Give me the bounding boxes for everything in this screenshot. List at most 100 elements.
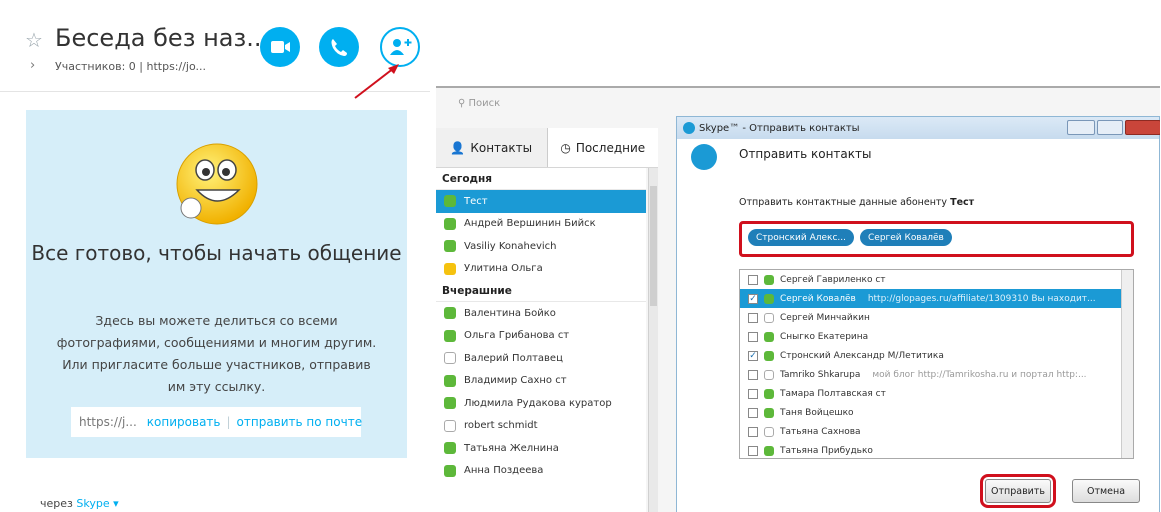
checkbox[interactable] xyxy=(748,388,758,399)
contacts-scrollbar[interactable] xyxy=(648,168,658,512)
link-separator: | xyxy=(226,415,231,429)
conversation-panel: ☆ Беседа без наз... › Участников: 0 | ht… xyxy=(0,0,430,512)
checklist-contact-name: Сергей Гавриленко ст xyxy=(780,274,886,285)
checklist-contact-name: Тамара Полтавская ст xyxy=(780,388,886,399)
contacts-search[interactable]: ⚲ Поиск xyxy=(446,92,696,118)
status-icon xyxy=(764,388,774,399)
skype-dropdown[interactable]: Skype ▾ xyxy=(76,497,118,510)
contact-row[interactable]: Андрей Вершинин Бийск xyxy=(436,213,646,236)
skype-logo-icon xyxy=(683,122,695,134)
selected-contact-tag[interactable]: Стронский Алекс... xyxy=(748,229,854,246)
checklist-row[interactable]: Сергей Минчайкин xyxy=(740,308,1133,327)
checklist-scrollbar[interactable] xyxy=(1121,270,1133,458)
status-icon xyxy=(764,369,774,380)
dialog-instruction: Отправить контактные данные абоненту Тес… xyxy=(739,197,974,208)
checklist-row[interactable]: Таня Войцешко xyxy=(740,403,1133,422)
checkbox[interactable] xyxy=(748,426,758,437)
checkbox[interactable] xyxy=(748,445,758,456)
invite-link[interactable]: https://j... xyxy=(79,415,137,429)
checklist-contact-name: Сергей Ковалёв xyxy=(780,293,856,304)
section-today: Сегодня xyxy=(436,168,646,190)
email-link-button[interactable]: отправить по почте xyxy=(237,415,363,429)
checklist-row[interactable]: ✓ Сергей Ковалёв http://glopages.ru/affili… xyxy=(740,289,1133,308)
contact-name: Тест xyxy=(464,195,488,207)
invite-link-bar: https://j... копировать | отправить по п… xyxy=(71,407,363,437)
tab-recent[interactable]: ◷ Последние xyxy=(548,128,659,167)
contact-name: Улитина Ольга xyxy=(464,263,543,275)
contact-row[interactable]: Владимир Сахно ст xyxy=(436,370,646,393)
status-icon xyxy=(444,195,456,208)
selected-contact-tag[interactable]: Сергей Ковалёв xyxy=(860,229,952,246)
search-icon: ⚲ xyxy=(458,98,469,109)
checkbox[interactable] xyxy=(748,331,758,342)
checklist-row[interactable]: Сныгко Екатерина xyxy=(740,327,1133,346)
recipient-name: Тест xyxy=(950,197,975,208)
contact-mood-note: http://glopages.ru/affiliate/1309310 Вы … xyxy=(867,293,1096,304)
contact-row[interactable]: Валентина Бойко xyxy=(436,302,646,325)
conversation-title[interactable]: Беседа без наз... xyxy=(55,24,269,52)
contact-name: robert schmidt xyxy=(464,420,538,432)
dialog-header: Отправить контакты xyxy=(677,139,1159,177)
smiley-emoticon-icon xyxy=(176,143,258,225)
checklist-row[interactable]: Tamriko Shkarupa мой блог http://Tamrikos… xyxy=(740,365,1133,384)
checkbox[interactable] xyxy=(748,312,758,323)
copy-link-button[interactable]: копировать xyxy=(147,415,221,429)
embedded-screenshot: ⚲ Поиск 👤 Контакты ◷ Последние Сегодня Т… xyxy=(436,86,1160,512)
status-icon xyxy=(444,374,456,387)
cancel-button[interactable]: Отмена xyxy=(1072,479,1140,503)
contact-row[interactable]: Vasiliy Konahevich xyxy=(436,235,646,258)
checklist-row[interactable]: Тамара Полтавская ст xyxy=(740,384,1133,403)
status-icon xyxy=(764,312,774,323)
chevron-right-icon[interactable]: › xyxy=(30,58,35,73)
conversation-subtitle[interactable]: Участников: 0 | https://jo... xyxy=(55,60,206,73)
tab-contacts[interactable]: 👤 Контакты xyxy=(436,128,548,167)
checkbox[interactable] xyxy=(748,369,758,380)
checklist-row[interactable]: Татьяна Прибудько xyxy=(740,441,1133,458)
contact-row[interactable]: Татьяна Желнина xyxy=(436,437,646,460)
add-participant-button[interactable] xyxy=(380,27,420,67)
contact-row[interactable]: robert schmidt xyxy=(436,415,646,438)
checklist-row[interactable]: Татьяна Сахнова xyxy=(740,422,1133,441)
contact-row[interactable]: Тест xyxy=(436,190,646,213)
checkbox[interactable]: ✓ xyxy=(748,293,758,304)
contact-name: Татьяна Желнина xyxy=(464,442,559,454)
send-button[interactable]: Отправить xyxy=(980,474,1056,508)
selected-contacts-box[interactable]: Стронский Алекс... Сергей Ковалёв xyxy=(739,221,1134,257)
via-label: через xyxy=(40,497,73,510)
dialog-heading: Отправить контакты xyxy=(739,147,872,161)
contact-row[interactable]: Анна Поздеева xyxy=(436,460,646,483)
minimize-button[interactable] xyxy=(1067,120,1095,135)
status-icon xyxy=(444,464,456,477)
contact-row[interactable]: Валерий Полтавец xyxy=(436,347,646,370)
checkbox[interactable] xyxy=(748,407,758,418)
status-icon xyxy=(444,262,456,275)
checklist-contact-name: Татьяна Сахнова xyxy=(780,426,861,437)
close-button[interactable] xyxy=(1125,120,1160,135)
contact-row[interactable]: Людмила Рудакова куратор xyxy=(436,392,646,415)
instruction-text: Отправить контактные данные абоненту xyxy=(739,197,948,208)
checklist-row[interactable]: Сергей Гавриленко ст xyxy=(740,270,1133,289)
audio-call-button[interactable] xyxy=(319,27,359,67)
favorite-star-icon[interactable]: ☆ xyxy=(25,28,43,52)
clock-icon: ◷ xyxy=(560,140,571,155)
video-call-button[interactable] xyxy=(260,27,300,67)
checkbox[interactable]: ✓ xyxy=(748,350,758,361)
status-icon xyxy=(764,331,774,342)
checklist-contact-name: Таня Войцешко xyxy=(780,407,854,418)
maximize-button[interactable] xyxy=(1097,120,1123,135)
status-icon xyxy=(444,217,456,230)
checklist-contact-name: Tamriko Shkarupa xyxy=(780,369,861,380)
section-yesterday: Вчерашние xyxy=(436,280,646,302)
contact-mood-note: мой блог http://Tamrikosha.ru и портал h… xyxy=(872,369,1087,380)
status-icon xyxy=(764,407,774,418)
contact-row[interactable]: Улитина Ольга xyxy=(436,258,646,281)
video-camera-icon xyxy=(271,41,290,53)
scroll-thumb[interactable] xyxy=(650,186,657,306)
send-contacts-dialog: Skype™ - Отправить контакты Отправить ко… xyxy=(676,116,1160,512)
checklist-row[interactable]: ✓ Стронский Александр M/Летитика xyxy=(740,346,1133,365)
checklist-contact-name: Сныгко Екатерина xyxy=(780,331,869,342)
contact-name: Vasiliy Konahevich xyxy=(464,240,557,252)
status-icon xyxy=(764,350,774,361)
checkbox[interactable] xyxy=(748,274,758,285)
contact-row[interactable]: Ольга Грибанова ст xyxy=(436,325,646,348)
